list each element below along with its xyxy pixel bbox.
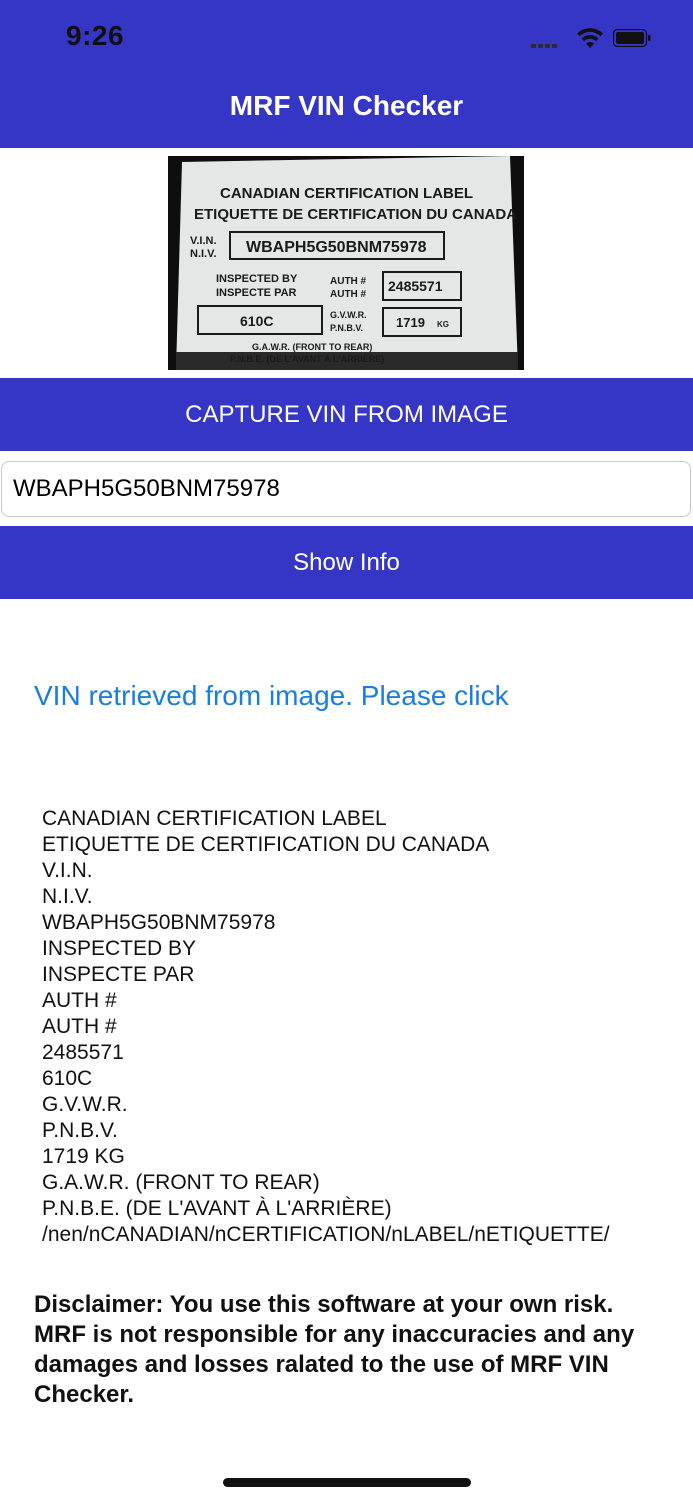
- recognized-text-line: INSPECTED BY: [42, 937, 197, 960]
- home-indicator: [223, 1478, 471, 1487]
- status-bar-icons: [525, 26, 655, 50]
- recognized-text-line: INSPECTE PAR: [42, 963, 195, 986]
- photo-label-title: CANADIAN CERTIFICATION LABEL: [220, 185, 473, 202]
- recognized-text-line: WBAPH5G50BNM75978: [42, 911, 276, 934]
- recognized-text-line: 1719 KG: [42, 1145, 125, 1168]
- recognized-text-line: AUTH #: [42, 989, 117, 1012]
- recognized-text-line: P.N.B.E. (DE L'AVANT À L'ARRIÈRE): [42, 1197, 392, 1220]
- photo-vin-tag-fr: N.I.V.: [190, 248, 217, 260]
- page-title: MRF VIN Checker: [229, 90, 464, 121]
- photo-pnbe: P.N.B.E. (DE L'AVANT À L'ARRIÈRE): [230, 354, 384, 364]
- recognized-text-line: CANADIAN CERTIFICATION LABEL: [42, 807, 387, 830]
- status-message: VIN retrieved from image. Please click: [34, 680, 509, 711]
- photo-inspected-en: INSPECTED BY: [216, 273, 298, 285]
- capture-vin-button[interactable]: CAPTURE VIN FROM IMAGE: [0, 378, 693, 451]
- vin-input[interactable]: [1, 461, 691, 517]
- photo-code-value: 610C: [240, 313, 273, 329]
- photo-weight-value: 1719: [396, 315, 425, 330]
- show-info-button[interactable]: Show Info: [0, 526, 693, 599]
- status-bar-time: 9:26: [66, 20, 125, 51]
- battery-icon: [613, 29, 651, 47]
- recognized-text-line: 2485571: [42, 1041, 124, 1064]
- recognized-text-line: /nen/nCANADIAN/nCERTIFICATION/nLABEL/nET…: [42, 1223, 610, 1246]
- photo-inspected-fr: INSPECTE PAR: [216, 287, 297, 299]
- wifi-icon: [577, 28, 603, 48]
- photo-gvwr-en: G.V.W.R.: [330, 310, 367, 320]
- photo-label-subtitle: ETIQUETTE DE CERTIFICATION DU CANADA: [194, 206, 517, 223]
- certification-label-photo: CANADIAN CERTIFICATION LABEL ETIQUETTE D…: [168, 156, 524, 370]
- cellular-signal-icon: [531, 42, 565, 48]
- recognized-text-line: ETIQUETTE DE CERTIFICATION DU CANADA: [42, 833, 490, 856]
- photo-gvwr-fr: P.N.B.V.: [330, 323, 363, 333]
- photo-gawr: G.A.W.R. (FRONT TO REAR): [252, 342, 372, 352]
- photo-vin-tag-en: V.I.N.: [190, 235, 217, 247]
- recognized-text-line: G.A.W.R. (FRONT TO REAR): [42, 1171, 320, 1194]
- recognized-text-line: V.I.N.: [42, 859, 93, 882]
- photo-vin-value: WBAPH5G50BNM75978: [246, 239, 427, 256]
- recognized-text-line: G.V.W.R.: [42, 1093, 128, 1116]
- recognized-text-line: P.N.B.V.: [42, 1119, 118, 1142]
- navigation-header: 9:26 MRF VIN Checker: [0, 0, 693, 148]
- disclaimer-text: Disclaimer: You use this software at you…: [34, 1291, 635, 1408]
- photo-auth-value: 2485571: [388, 278, 443, 294]
- recognized-text-line: 610C: [42, 1067, 93, 1090]
- recognized-text-line: AUTH #: [42, 1015, 117, 1038]
- photo-auth-fr: AUTH #: [330, 289, 367, 300]
- photo-auth-en: AUTH #: [330, 276, 367, 287]
- photo-weight-unit: KG: [437, 320, 449, 329]
- recognized-text-block: CANADIAN CERTIFICATION LABEL ETIQUETTE DE…: [42, 806, 662, 1248]
- recognized-text-line: N.I.V.: [42, 885, 93, 908]
